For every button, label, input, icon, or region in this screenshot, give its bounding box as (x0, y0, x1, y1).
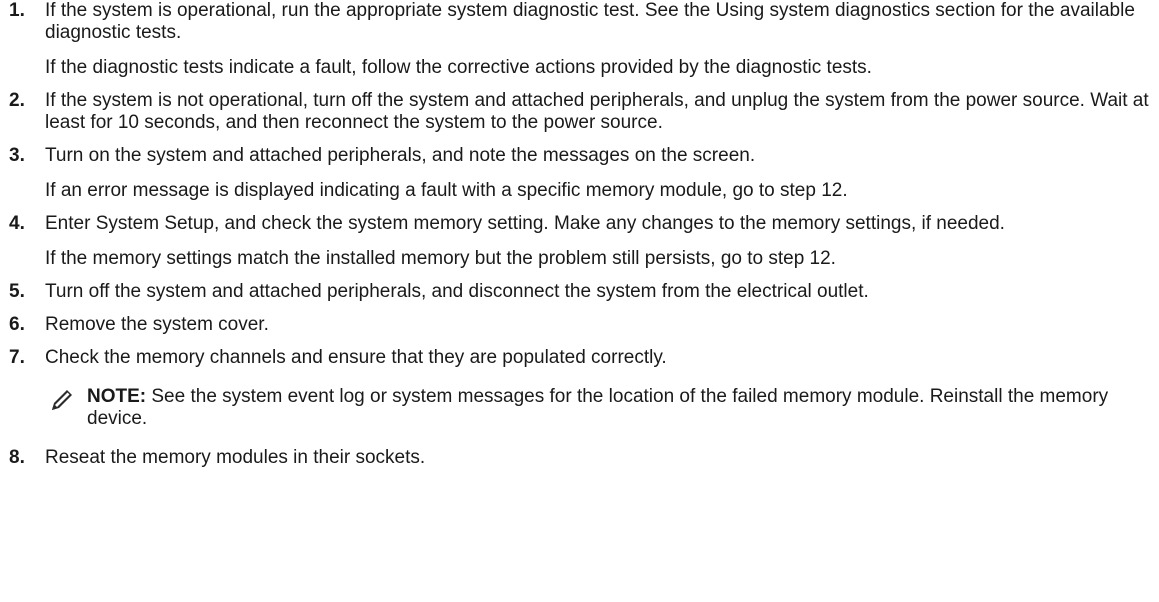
step-6: 6. Remove the system cover. (0, 314, 1159, 336)
step-body: Turn on the system and attached peripher… (45, 145, 1159, 202)
step-text: Enter System Setup, and check the system… (45, 213, 1005, 234)
step-body: Check the memory channels and ensure tha… (45, 347, 1159, 436)
step-text: Remove the system cover. (45, 314, 269, 335)
step-number: 1. (9, 0, 25, 21)
step-text: Check the memory channels and ensure tha… (45, 347, 667, 368)
step-7: 7. Check the memory channels and ensure … (0, 347, 1159, 436)
step-result-text: If the memory settings match the install… (45, 248, 836, 269)
step-text: If the system is not operational, turn o… (45, 90, 1149, 133)
step-8: 8. Reseat the memory modules in their so… (0, 447, 1159, 469)
step-body: Enter System Setup, and check the system… (45, 213, 1159, 270)
step-number: 2. (9, 90, 25, 111)
note-label: NOTE: (87, 386, 147, 407)
step-body: Turn off the system and attached periphe… (45, 281, 1159, 303)
step-1: 1. If the system is operational, run the… (0, 0, 1159, 79)
step-body: If the system is not operational, turn o… (45, 90, 1159, 134)
step-2: 2. If the system is not operational, tur… (0, 90, 1159, 134)
step-number: 5. (9, 281, 25, 302)
step-number: 6. (9, 314, 25, 335)
procedure-steps-list: 1. If the system is operational, run the… (0, 0, 1159, 469)
step-result-text: If the diagnostic tests indicate a fault… (45, 57, 872, 78)
note-text: NOTE: See the system event log or system… (87, 386, 1159, 430)
step-number: 4. (9, 213, 25, 234)
step-number: 7. (9, 347, 25, 368)
note-callout: NOTE: See the system event log or system… (45, 386, 1159, 430)
note-body: See the system event log or system messa… (87, 386, 1109, 429)
step-text: Turn off the system and attached periphe… (45, 281, 869, 302)
step-body: Reseat the memory modules in their socke… (45, 447, 1159, 469)
step-number: 3. (9, 145, 25, 166)
step-body: Remove the system cover. (45, 314, 1159, 336)
step-5: 5. Turn off the system and attached peri… (0, 281, 1159, 303)
step-body: If the system is operational, run the ap… (45, 0, 1159, 79)
step-text: Turn on the system and attached peripher… (45, 145, 756, 166)
step-text: If the system is operational, run the ap… (45, 0, 1135, 43)
pencil-note-icon (49, 388, 75, 412)
step-3: 3. Turn on the system and attached perip… (0, 145, 1159, 202)
step-4: 4. Enter System Setup, and check the sys… (0, 213, 1159, 270)
step-number: 8. (9, 447, 25, 468)
step-text: Reseat the memory modules in their socke… (45, 447, 426, 468)
document-page: 1. If the system is operational, run the… (0, 0, 1159, 602)
step-result-text: If an error message is displayed indicat… (45, 180, 848, 201)
